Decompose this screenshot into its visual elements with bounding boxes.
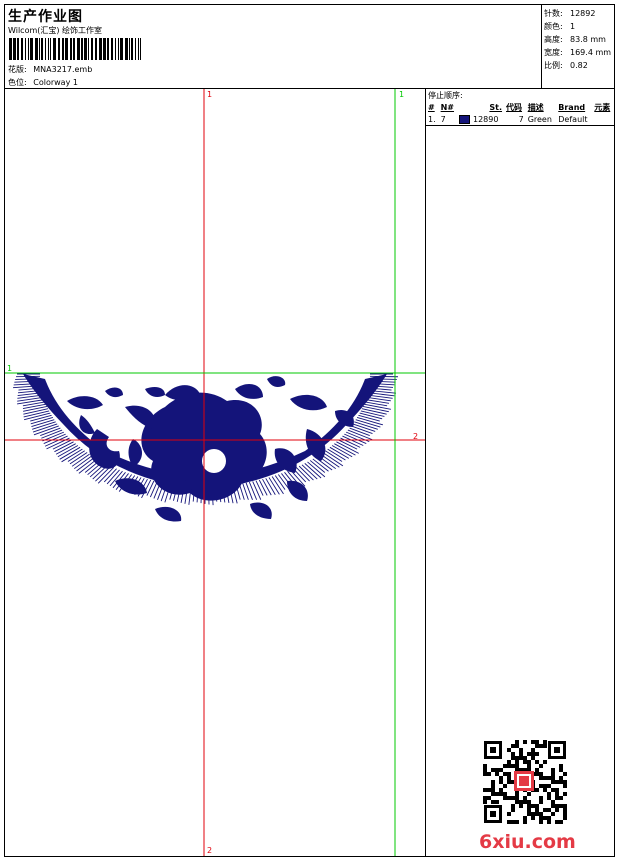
stat-width: 宽度: 169.4 mm [544, 48, 612, 57]
guide-label-red-top: 1 [207, 90, 213, 99]
thread-color-swatch [459, 114, 471, 124]
stop-sequence-table: # N# St. 代码 描述 Brand 元素 1. 7 12890 7 Gre… [426, 101, 614, 126]
stat-color-count: 颜色: 1 [544, 22, 576, 31]
cell-brand: Default [556, 113, 593, 126]
colorway-label: 色位: [8, 78, 27, 87]
barcode [9, 38, 141, 60]
col-code: 代码 [506, 102, 523, 112]
worksheet-title: 生产作业图 [8, 9, 83, 25]
cell-needle: 7 [438, 113, 458, 126]
cell-code: 7 [504, 113, 526, 126]
cell-index: 1. [426, 113, 439, 126]
col-index: # [428, 102, 435, 112]
cell-stitches: 12890 [457, 113, 505, 126]
cell-description: Green [525, 113, 557, 126]
site-watermark: 6xiu.com [479, 831, 576, 853]
colorway-line: 色位: Colorway 1 [8, 77, 78, 88]
stat-scale: 比例: 0.82 [544, 61, 588, 70]
guide-label-red-bottom: 2 [207, 846, 213, 855]
stop-sequence-title: 停止顺序: [428, 91, 463, 100]
col-needle: N# [440, 102, 455, 112]
design-stats-panel: 针数: 12892 颜色: 1 高度: 83.8 mm 宽度: 169.4 mm 比例:… [542, 5, 614, 89]
design-file-value: MNA3217.emb [33, 65, 93, 74]
col-brand: Brand [558, 102, 586, 112]
software-subtitle: Wilcom(汇宝) 绘饰工作室 [8, 26, 103, 35]
design-canvas: 1 1 1 2 2 [5, 89, 426, 856]
qr-code [482, 739, 568, 825]
cell-element [592, 113, 614, 126]
guide-label-green-left: 1 [7, 364, 13, 373]
stat-stitch-count: 针数: 12892 [544, 9, 596, 18]
stat-height: 高度: 83.8 mm [544, 35, 606, 44]
col-stitches: St. [489, 102, 503, 112]
col-description: 描述 [527, 102, 544, 112]
design-file-line: 花版: MNA3217.emb [8, 64, 92, 75]
table-row: 1. 7 12890 7 Green Default [426, 113, 614, 126]
guide-label-red-right: 2 [413, 432, 419, 441]
col-element: 元素 [594, 102, 611, 112]
production-worksheet: 生产作业图 Wilcom(汇宝) 绘饰工作室 花版: MNA3217.emb 色… [4, 4, 615, 857]
colorway-value: Colorway 1 [33, 78, 78, 87]
design-file-label: 花版: [8, 65, 27, 74]
embroidery-preview [5, 89, 425, 856]
guide-label-green-top: 1 [399, 90, 405, 99]
worksheet-header: 生产作业图 Wilcom(汇宝) 绘饰工作室 花版: MNA3217.emb 色… [5, 5, 542, 89]
